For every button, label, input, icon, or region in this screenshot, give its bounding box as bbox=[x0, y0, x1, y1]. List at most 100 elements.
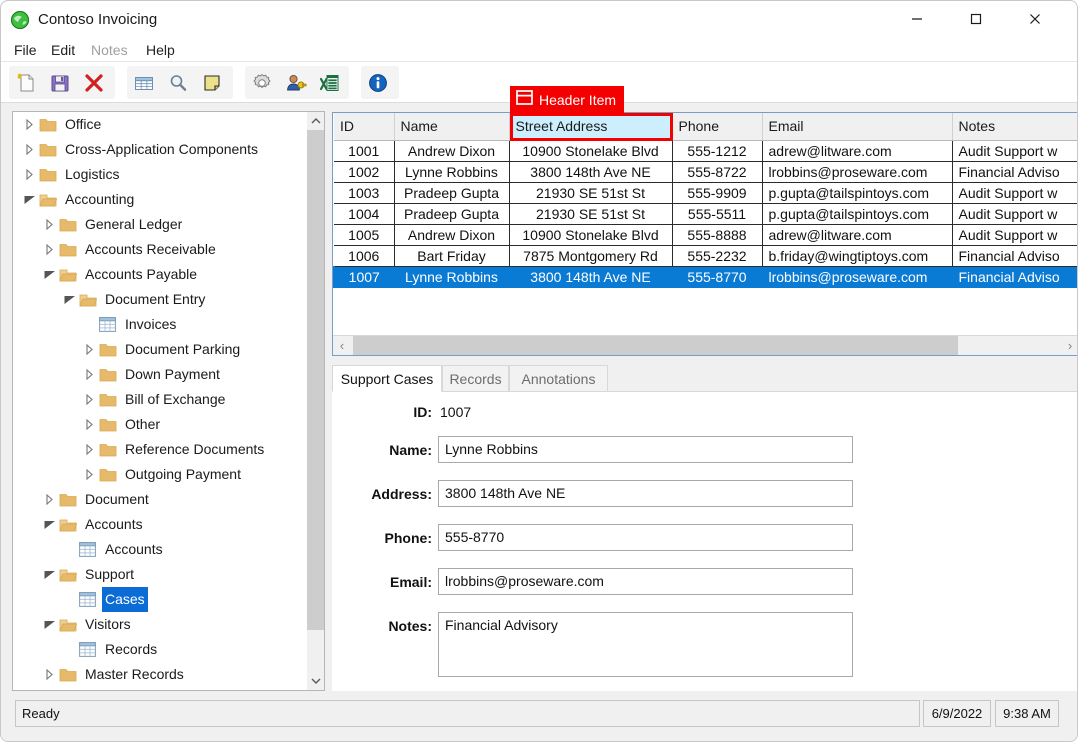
grid-cell-phone[interactable]: 555-8722 bbox=[672, 161, 762, 182]
permissions-button[interactable] bbox=[279, 67, 313, 98]
grid-cell-name[interactable]: Lynne Robbins bbox=[394, 161, 509, 182]
tree-item-accounts-receivable[interactable]: Accounts Receivable bbox=[13, 237, 306, 262]
tree-item-other[interactable]: Other bbox=[13, 412, 306, 437]
tree-item-bill-of-exchange[interactable]: Bill of Exchange bbox=[13, 387, 306, 412]
export-excel-button[interactable] bbox=[313, 67, 347, 98]
grid-cell-id[interactable]: 1003 bbox=[334, 182, 394, 203]
grid-cell-name[interactable]: Pradeep Gupta bbox=[394, 182, 509, 203]
grid-table-button[interactable] bbox=[127, 67, 161, 98]
about-button[interactable] bbox=[361, 67, 395, 98]
tree-item-accounting[interactable]: Accounting bbox=[13, 187, 306, 212]
grid-cell-phone[interactable]: 555-8770 bbox=[672, 266, 762, 287]
chevron-right-icon[interactable] bbox=[81, 437, 97, 462]
grid-cell-notes[interactable]: Audit Support w bbox=[952, 203, 1078, 224]
column-header-street-address[interactable]: Street Address bbox=[509, 113, 672, 140]
tree-item-cross-application-components[interactable]: Cross-Application Components bbox=[13, 137, 306, 162]
chevron-right-icon[interactable] bbox=[21, 112, 37, 137]
chevron-right-icon[interactable] bbox=[21, 162, 37, 187]
grid-cell-notes[interactable]: Financial Adviso bbox=[952, 245, 1078, 266]
grid-cell-email[interactable]: lrobbins@proseware.com bbox=[762, 161, 952, 182]
column-header-name[interactable]: Name bbox=[394, 113, 509, 140]
grid-cell-notes[interactable]: Audit Support w bbox=[952, 182, 1078, 203]
grid-cell-notes[interactable]: Financial Adviso bbox=[952, 161, 1078, 182]
chevron-down-icon[interactable] bbox=[41, 612, 57, 637]
chevron-right-icon[interactable] bbox=[41, 237, 57, 262]
grid-cell-id[interactable]: 1007 bbox=[334, 266, 394, 287]
grid-cell-name[interactable]: Lynne Robbins bbox=[394, 266, 509, 287]
grid-cell-email[interactable]: p.gupta@tailspintoys.com bbox=[762, 203, 952, 224]
tab-records[interactable]: Records bbox=[442, 365, 509, 392]
tree-item-accounts[interactable]: Accounts bbox=[13, 537, 306, 562]
column-header-phone[interactable]: Phone bbox=[672, 113, 762, 140]
maximize-button[interactable] bbox=[953, 1, 999, 37]
tree-item-cases[interactable]: Cases bbox=[13, 587, 306, 612]
tree-item-down-payment[interactable]: Down Payment bbox=[13, 362, 306, 387]
menu-help[interactable]: Help bbox=[141, 40, 180, 60]
menu-notes[interactable]: Notes bbox=[86, 40, 133, 60]
tree-item-outgoing-payment[interactable]: Outgoing Payment bbox=[13, 462, 306, 487]
tab-support-cases[interactable]: Support Cases bbox=[332, 365, 442, 392]
tree-item-office[interactable]: Office bbox=[13, 112, 306, 137]
grid-cell-address[interactable]: 10900 Stonelake Blvd bbox=[509, 140, 672, 161]
grid-cell-address[interactable]: 21930 SE 51st St bbox=[509, 203, 672, 224]
column-header-email[interactable]: Email bbox=[762, 113, 952, 140]
grid-cell-name[interactable]: Andrew Dixon bbox=[394, 140, 509, 161]
grid-horizontal-scrollbar[interactable]: ‹ › bbox=[333, 335, 1078, 355]
tree-item-records[interactable]: Records bbox=[13, 637, 306, 662]
scroll-left-arrow-icon[interactable]: ‹ bbox=[333, 336, 351, 355]
grid-cell-name[interactable]: Bart Friday bbox=[394, 245, 509, 266]
tree-item-invoices[interactable]: Invoices bbox=[13, 312, 306, 337]
tree-item-document[interactable]: Document bbox=[13, 487, 306, 512]
scroll-up-arrow-icon[interactable] bbox=[307, 112, 325, 130]
grid-cell-phone[interactable]: 555-9909 bbox=[672, 182, 762, 203]
navigation-tree[interactable]: OfficeCross-Application ComponentsLogist… bbox=[13, 112, 306, 690]
grid-cell-address[interactable]: 7875 Montgomery Rd bbox=[509, 245, 672, 266]
chevron-down-icon[interactable] bbox=[41, 262, 57, 287]
chevron-right-icon[interactable] bbox=[81, 337, 97, 362]
delete-button[interactable] bbox=[77, 67, 111, 98]
grid-cell-address[interactable]: 21930 SE 51st St bbox=[509, 182, 672, 203]
chevron-right-icon[interactable] bbox=[41, 487, 57, 512]
tree-item-reference-documents[interactable]: Reference Documents bbox=[13, 437, 306, 462]
name-input[interactable]: Lynne Robbins bbox=[438, 436, 853, 463]
grid-cell-phone[interactable]: 555-2232 bbox=[672, 245, 762, 266]
column-header-id[interactable]: ID bbox=[334, 113, 394, 140]
chevron-right-icon[interactable] bbox=[41, 212, 57, 237]
tree-item-accounts-payable[interactable]: Accounts Payable bbox=[13, 262, 306, 287]
settings-button[interactable] bbox=[245, 67, 279, 98]
notes-textarea[interactable]: Financial Advisory bbox=[438, 612, 853, 677]
save-button[interactable] bbox=[43, 67, 77, 98]
grid-row[interactable]: 1002Lynne Robbins3800 148th Ave NE555-87… bbox=[334, 161, 1078, 182]
menu-edit[interactable]: Edit bbox=[46, 40, 80, 60]
new-document-button[interactable] bbox=[9, 67, 43, 98]
tree-item-master-records[interactable]: Master Records bbox=[13, 662, 306, 687]
grid-row[interactable]: 1001Andrew Dixon10900 Stonelake Blvd555-… bbox=[334, 140, 1078, 161]
grid-row[interactable]: 1004Pradeep Gupta21930 SE 51st St555-551… bbox=[334, 203, 1078, 224]
chevron-right-icon[interactable] bbox=[81, 362, 97, 387]
chevron-down-icon[interactable] bbox=[21, 187, 37, 212]
chevron-right-icon[interactable] bbox=[81, 387, 97, 412]
grid-cell-phone[interactable]: 555-5511 bbox=[672, 203, 762, 224]
scroll-down-arrow-icon[interactable] bbox=[307, 672, 325, 690]
grid-cell-address[interactable]: 3800 148th Ave NE bbox=[509, 266, 672, 287]
tree-item-general-ledger[interactable]: General Ledger bbox=[13, 212, 306, 237]
records-grid[interactable]: ID Name Street Address Phone Email Notes… bbox=[333, 113, 1078, 288]
phone-input[interactable]: 555-8770 bbox=[438, 524, 853, 551]
grid-cell-email[interactable]: p.gupta@tailspintoys.com bbox=[762, 182, 952, 203]
address-input[interactable]: 3800 148th Ave NE bbox=[438, 480, 853, 507]
grid-cell-notes[interactable]: Financial Adviso bbox=[952, 266, 1078, 287]
tab-annotations[interactable]: Annotations bbox=[509, 365, 608, 392]
grid-cell-email[interactable]: adrew@litware.com bbox=[762, 140, 952, 161]
close-button[interactable] bbox=[1012, 1, 1058, 37]
chevron-down-icon[interactable] bbox=[61, 287, 77, 312]
tree-vertical-scrollbar[interactable] bbox=[306, 112, 324, 690]
column-header-notes[interactable]: Notes bbox=[952, 113, 1078, 140]
minimize-button[interactable] bbox=[894, 1, 940, 37]
grid-cell-phone[interactable]: 555-1212 bbox=[672, 140, 762, 161]
scroll-right-arrow-icon[interactable]: › bbox=[1061, 336, 1078, 355]
grid-row[interactable]: 1003Pradeep Gupta21930 SE 51st St555-990… bbox=[334, 182, 1078, 203]
grid-cell-id[interactable]: 1005 bbox=[334, 224, 394, 245]
grid-row[interactable]: 1007Lynne Robbins3800 148th Ave NE555-87… bbox=[334, 266, 1078, 287]
grid-cell-name[interactable]: Andrew Dixon bbox=[394, 224, 509, 245]
tree-scrollbar-thumb[interactable] bbox=[307, 130, 325, 630]
